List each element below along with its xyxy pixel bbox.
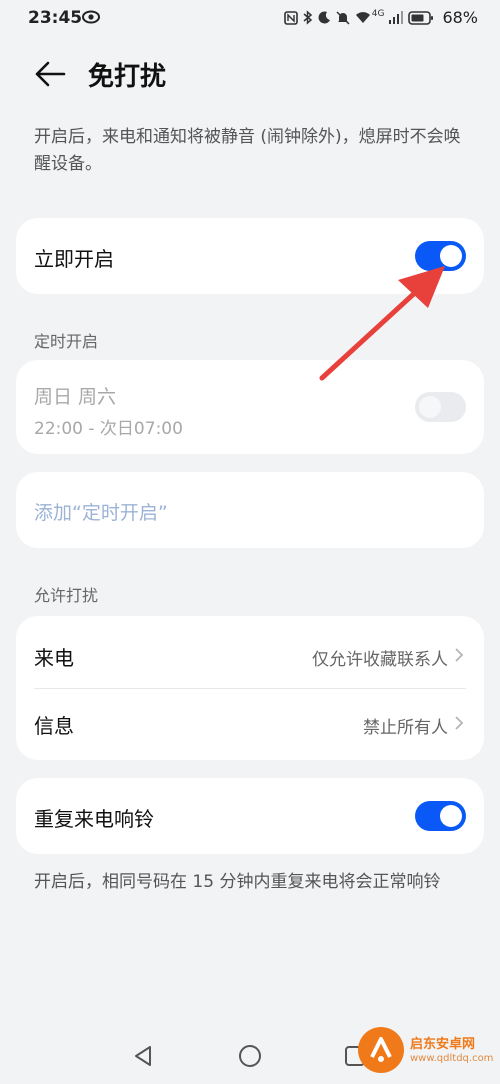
home-nav-icon[interactable] bbox=[238, 1044, 262, 1068]
annotation-arrow bbox=[319, 266, 445, 381]
watermark: 启东安卓网 www.qdltdq.com bbox=[358, 1022, 494, 1078]
back-nav-icon[interactable] bbox=[132, 1044, 154, 1068]
watermark-logo bbox=[358, 1027, 404, 1073]
watermark-name: 启东安卓网 bbox=[410, 1036, 476, 1052]
watermark-url: www.qdltdq.com bbox=[410, 1052, 494, 1064]
